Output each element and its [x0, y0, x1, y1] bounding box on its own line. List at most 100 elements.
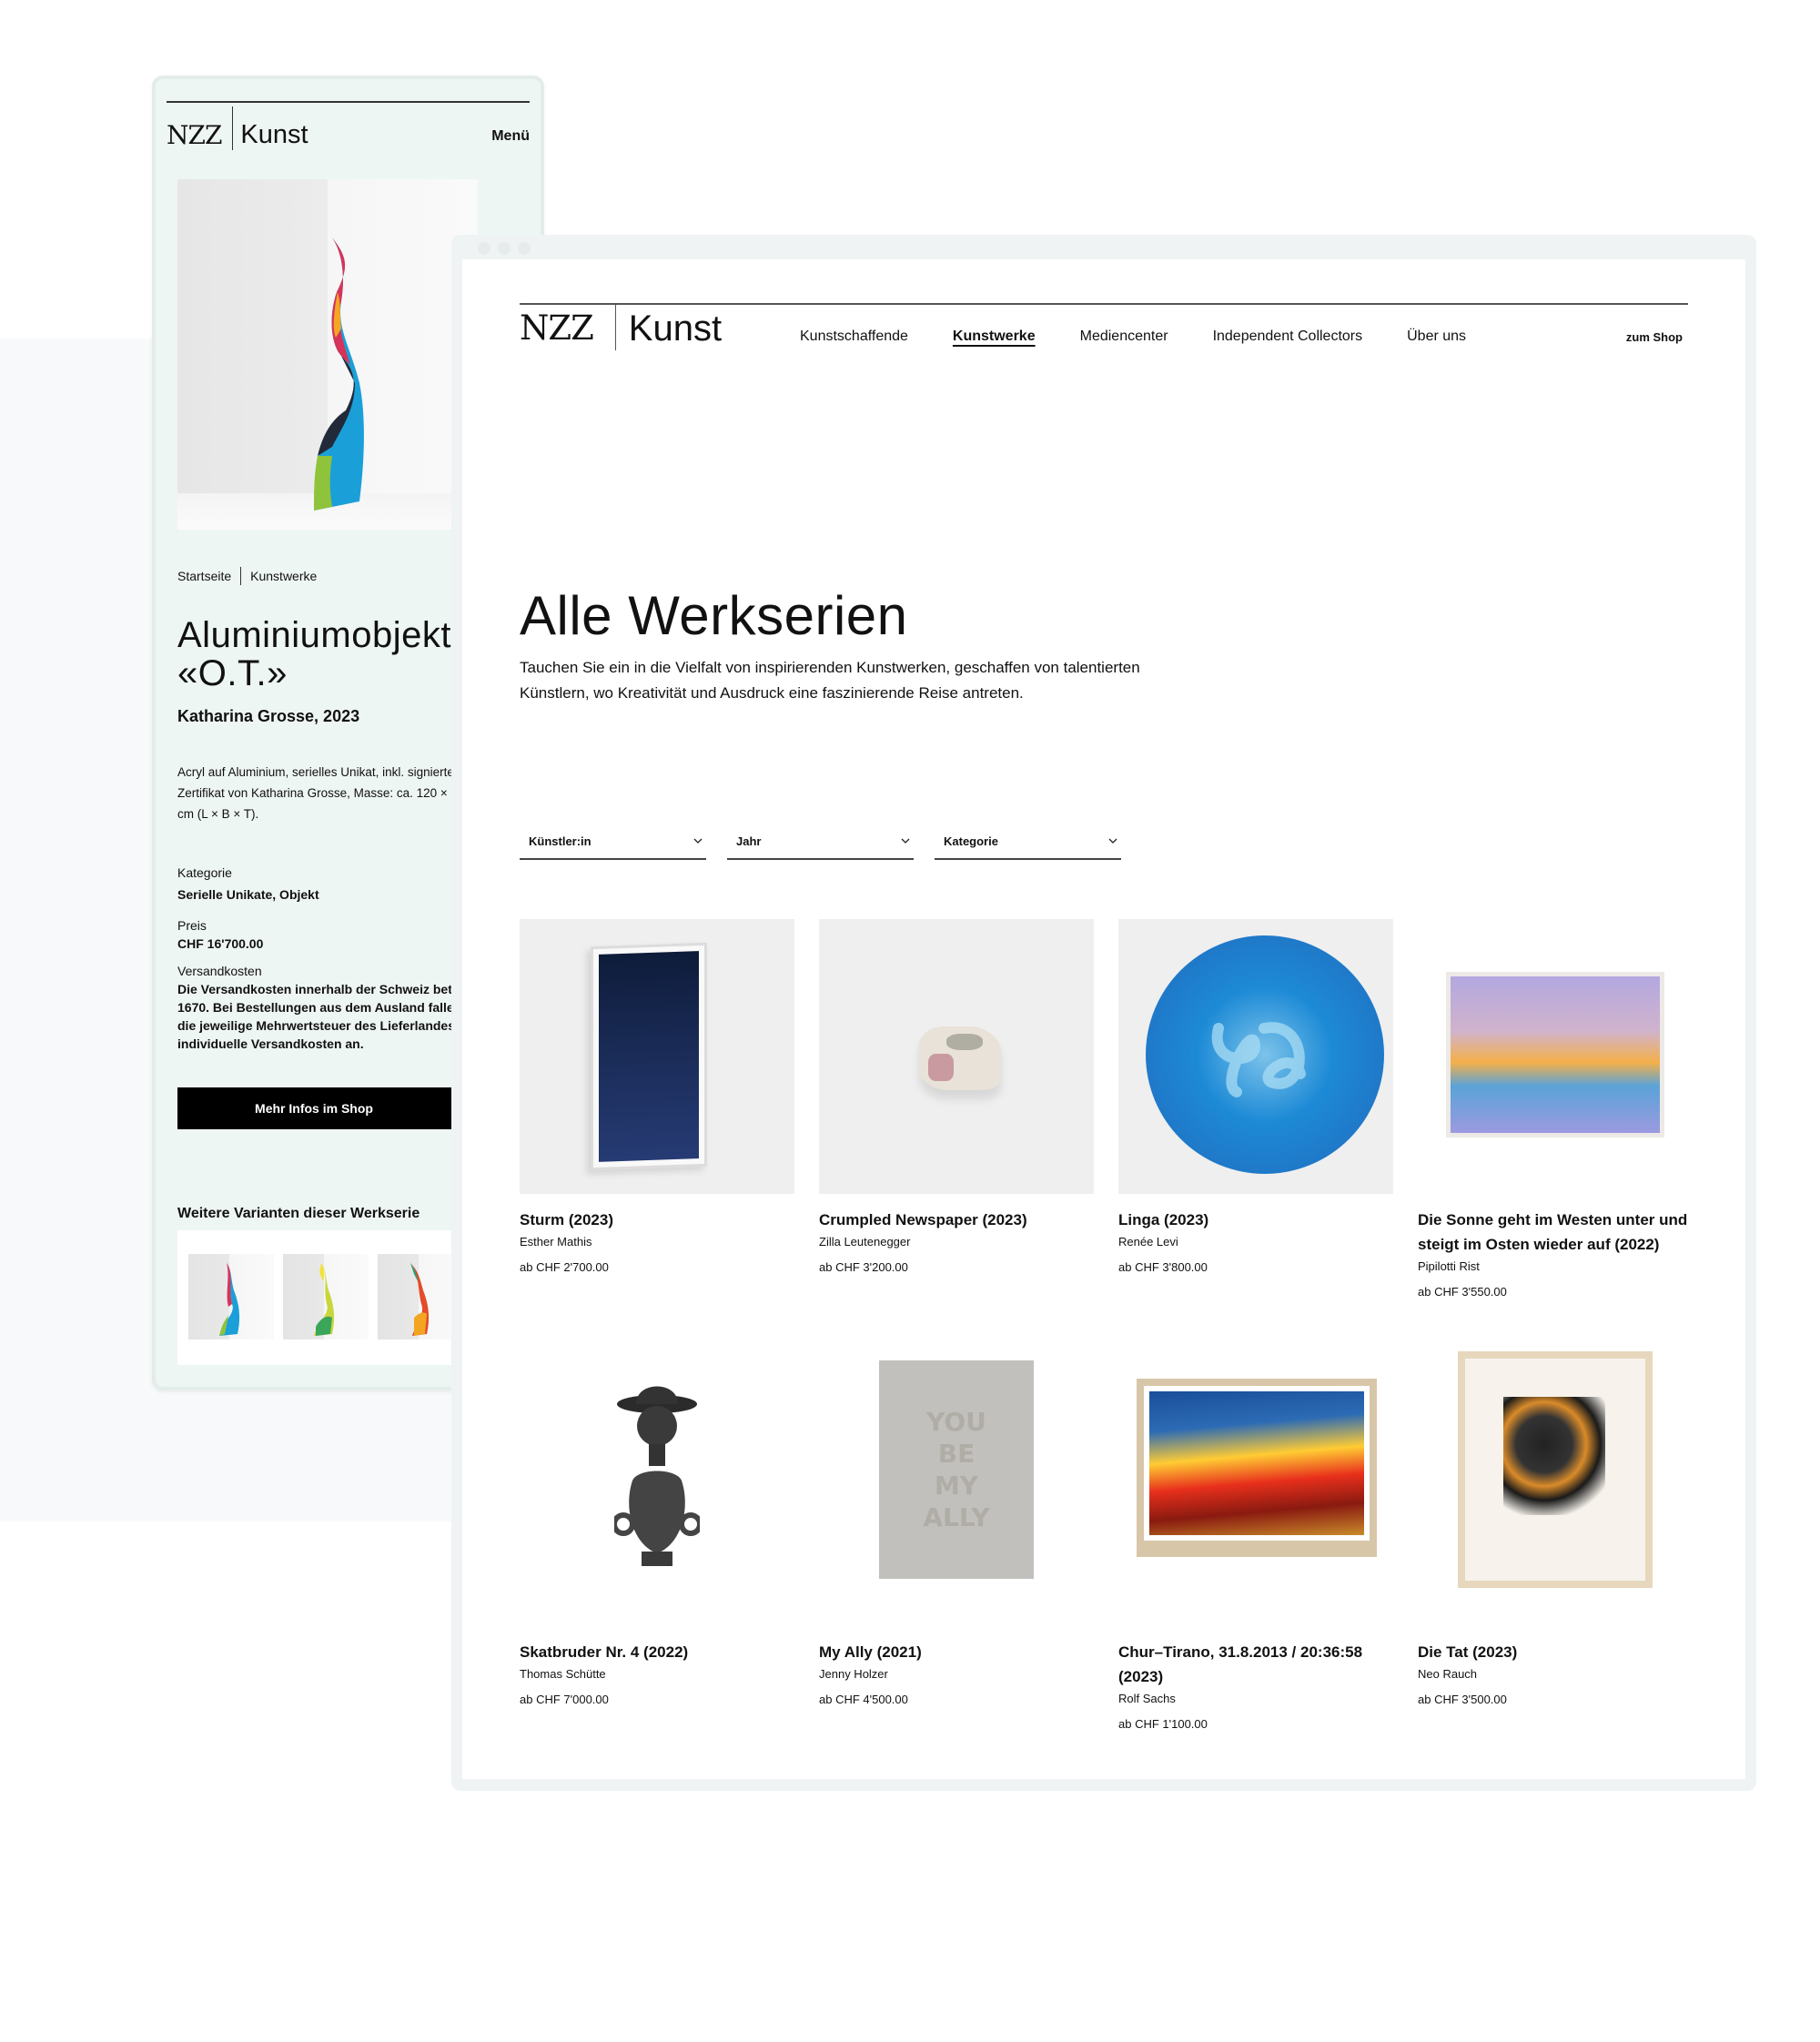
product-title-line-1: Aluminiumobjekt	[177, 615, 451, 655]
artwork-card[interactable]: Crumpled Newspaper (2023) Zilla Leuteneg…	[819, 919, 1094, 1351]
nav-item-independent-collectors[interactable]: Independent Collectors	[1213, 329, 1363, 345]
window-dot-icon	[478, 242, 490, 255]
intro-line: Tauchen Sie ein in die Vielfalt von insp…	[520, 659, 1140, 676]
breadcrumb-separator	[240, 567, 242, 585]
filter-bar: Künstler:in Jahr Kategorie	[520, 824, 1121, 860]
shipping-value-line: die jeweilige Mehrwertsteuer des Lieferl…	[177, 1018, 487, 1033]
variants-carousel[interactable]	[177, 1230, 487, 1365]
artwork-image[interactable]	[1418, 1351, 1693, 1626]
filter-label: Kategorie	[944, 834, 998, 848]
category-label: Kategorie	[177, 865, 232, 880]
artwork-card[interactable]: YOU BE MY ALLY My Ally (2021) Jenny Holz…	[819, 1351, 1094, 1779]
art-text-line: ALLY	[923, 1502, 990, 1532]
artwork-card[interactable]: Linga (2023) Renée Levi ab CHF 3'800.00	[1118, 919, 1393, 1351]
breadcrumb: Startseite Kunstwerke	[177, 567, 317, 585]
artwork-price: ab CHF 3'200.00	[819, 1260, 908, 1274]
artwork-image[interactable]	[1118, 1351, 1393, 1626]
crumpled-paper-graphic	[919, 1026, 1001, 1090]
artwork-card[interactable]: Die Tat (2023) Neo Rauch ab CHF 3'500.00	[1418, 1351, 1693, 1779]
artwork-title[interactable]: Chur–Tirano, 31.8.2013 / 20:36:58 (2023)	[1118, 1640, 1393, 1689]
nav-item-mediencenter[interactable]: Mediencenter	[1080, 329, 1168, 345]
breadcrumb-home[interactable]: Startseite	[177, 569, 231, 583]
hero-artwork-image	[177, 179, 478, 530]
artwork-title[interactable]: Sturm (2023)	[520, 1208, 794, 1232]
artwork-frame	[1458, 1351, 1653, 1588]
category-field: Kategorie Serielle Unikate, Objekt	[177, 864, 487, 904]
shop-info-button[interactable]: Mehr Infos im Shop	[177, 1087, 487, 1129]
variant-sculpture-graphic	[219, 1263, 240, 1336]
chevron-down-icon	[1108, 838, 1117, 844]
category-value: Serielle Unikate, Objekt	[177, 887, 319, 902]
artwork-title[interactable]: Skatbruder Nr. 4 (2022)	[520, 1640, 794, 1664]
variant-thumbnail[interactable]	[283, 1254, 369, 1339]
artwork-price: ab CHF 3'500.00	[1418, 1693, 1507, 1706]
product-artist-year: Katharina Grosse, 2023	[177, 707, 360, 725]
artwork-card[interactable]: Sturm (2023) Esther Mathis ab CHF 2'700.…	[520, 919, 794, 1351]
price-field: Preis CHF 16'700.00	[177, 916, 487, 953]
artwork-title[interactable]: Crumpled Newspaper (2023)	[819, 1208, 1094, 1232]
main-nav: Kunstschaffende Kunstwerke Mediencenter …	[800, 329, 1511, 345]
artwork-artist: Renée Levi	[1118, 1235, 1178, 1248]
variant-thumbnail[interactable]	[378, 1254, 463, 1339]
variant-thumbnail[interactable]	[188, 1254, 274, 1339]
price-value: CHF 16'700.00	[177, 936, 264, 951]
artwork-image[interactable]	[1118, 919, 1393, 1194]
artwork-artist: Pipilotti Rist	[1418, 1259, 1480, 1273]
logo[interactable]: NZZ Kunst	[520, 305, 722, 350]
variant-sculpture-graphic	[314, 1263, 335, 1336]
sculpture-graphic	[314, 238, 364, 510]
artwork-image[interactable]	[520, 1351, 794, 1626]
filter-label: Jahr	[736, 834, 762, 848]
nav-item-kunstschaffende[interactable]: Kunstschaffende	[800, 329, 908, 345]
artwork-image[interactable]	[819, 919, 1094, 1194]
artwork-artist: Jenny Holzer	[819, 1667, 888, 1681]
artwork-frame	[1137, 1379, 1377, 1557]
variants-heading: Weitere Varianten dieser Werkserie	[177, 1206, 420, 1221]
header-rule	[167, 101, 530, 103]
shipping-field: Versandkosten Die Versandkosten innerhal…	[177, 962, 487, 1053]
menu-button[interactable]: Menü	[491, 128, 530, 145]
logo-kunst: Kunst	[240, 119, 308, 149]
product-title: Aluminiumobjekt «O.T.»	[177, 616, 451, 692]
logo-nzz: NZZ	[520, 308, 594, 348]
shipping-value-line: 1670. Bei Bestellungen aus dem Ausland f…	[177, 1000, 480, 1015]
chevron-down-icon	[693, 838, 703, 844]
text-panel-graphic: YOU BE MY ALLY	[879, 1360, 1034, 1579]
price-label: Preis	[177, 918, 207, 933]
breadcrumb-artworks[interactable]: Kunstwerke	[250, 569, 317, 583]
nav-item-ueber-uns[interactable]: Über uns	[1407, 329, 1466, 345]
shipping-value-line: individuelle Versandkosten an.	[177, 1036, 364, 1051]
artwork-frame	[1446, 972, 1664, 1137]
artwork-image[interactable]: YOU BE MY ALLY	[819, 1351, 1094, 1626]
filter-artist-select[interactable]: Künstler:in	[520, 824, 706, 860]
artwork-card[interactable]: Die Sonne geht im Westen unter und steig…	[1418, 919, 1693, 1351]
description-line: Zertifikat von Katharina Grosse, Masse: …	[177, 786, 448, 800]
brushstroke-graphic	[1211, 1022, 1306, 1097]
artwork-title[interactable]: Die Sonne geht im Westen unter und steig…	[1418, 1208, 1693, 1257]
filter-category-select[interactable]: Kategorie	[935, 824, 1121, 860]
artwork-title[interactable]: Linga (2023)	[1118, 1208, 1393, 1232]
artwork-image[interactable]	[520, 919, 794, 1194]
artwork-title[interactable]: Die Tat (2023)	[1418, 1640, 1693, 1664]
nav-item-kunstwerke[interactable]: Kunstwerke	[953, 329, 1036, 345]
artwork-card[interactable]: Chur–Tirano, 31.8.2013 / 20:36:58 (2023)…	[1118, 1351, 1393, 1779]
art-text-line: BE	[937, 1439, 976, 1469]
artwork-price: ab CHF 4'500.00	[819, 1693, 908, 1706]
artwork-image[interactable]	[1418, 919, 1693, 1194]
artwork-price: ab CHF 2'700.00	[520, 1260, 609, 1274]
intro-line: Künstlern, wo Kreativität und Ausdruck e…	[520, 684, 1024, 702]
description-line: cm (L × B × T).	[177, 807, 259, 821]
artwork-card[interactable]: Skatbruder Nr. 4 (2022) Thomas Schütte a…	[520, 1351, 794, 1779]
art-text-line: YOU	[926, 1407, 986, 1437]
artwork-price: ab CHF 7'000.00	[520, 1693, 609, 1706]
shop-link[interactable]: zum Shop	[1626, 330, 1683, 344]
artwork-artist: Rolf Sachs	[1118, 1692, 1176, 1705]
artwork-grid: Sturm (2023) Esther Mathis ab CHF 2'700.…	[520, 919, 1694, 1779]
logo-nzz: NZZ	[167, 119, 222, 150]
logo[interactable]: NZZ Kunst	[167, 106, 308, 150]
artwork-price: ab CHF 1'100.00	[1118, 1717, 1208, 1731]
variant-sculpture-graphic	[410, 1263, 430, 1336]
filter-year-select[interactable]: Jahr	[727, 824, 914, 860]
artwork-title[interactable]: My Ally (2021)	[819, 1640, 1094, 1664]
description-line: Acryl auf Aluminium, serielles Unikat, i…	[177, 765, 465, 779]
